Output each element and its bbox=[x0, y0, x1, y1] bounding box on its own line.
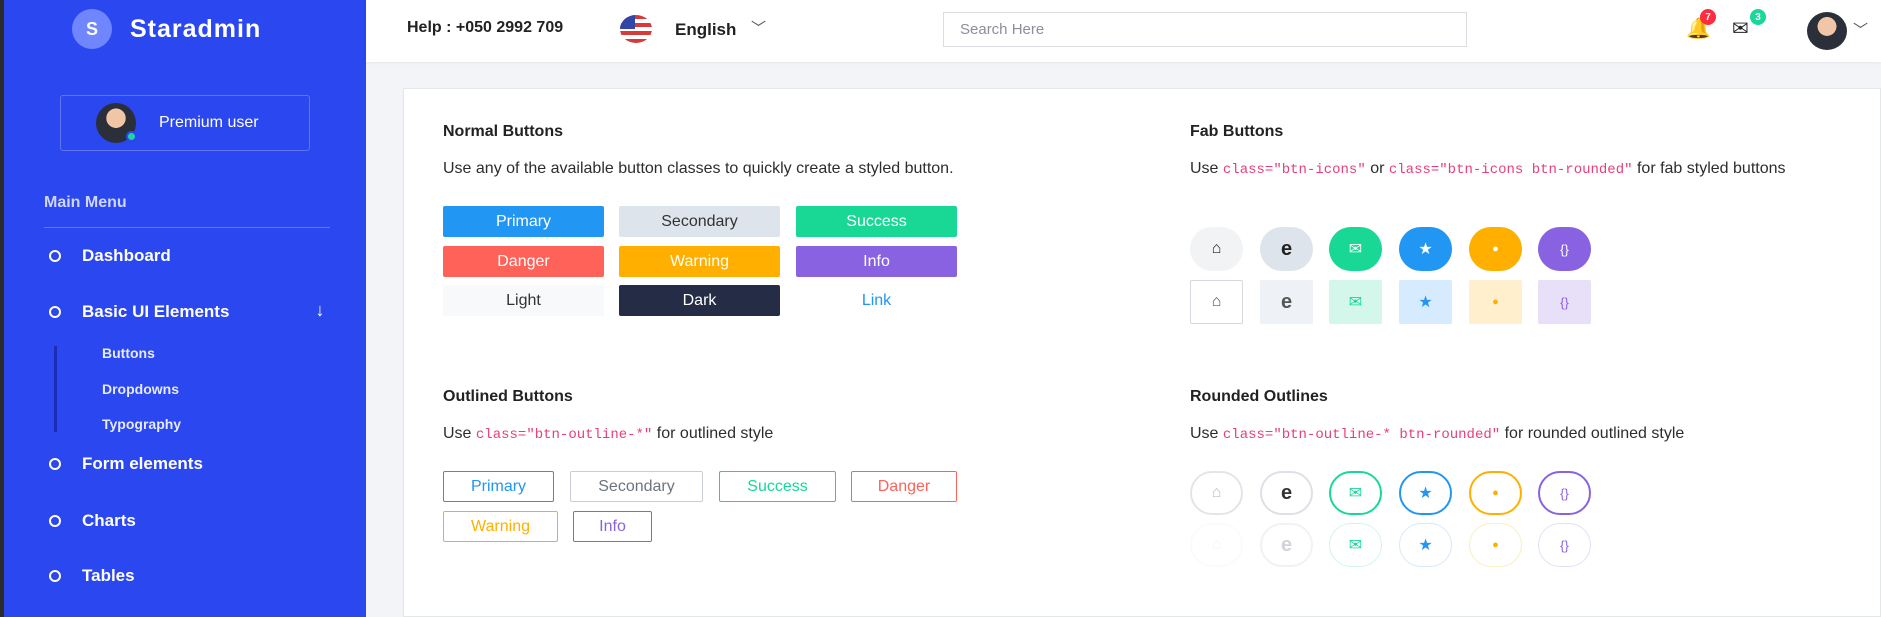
code-braces-icon[interactable]: {} bbox=[1538, 280, 1591, 324]
sidebar-item-label: Form elements bbox=[82, 454, 203, 473]
sidebar-item-dashboard[interactable]: Dashboard bbox=[44, 244, 171, 268]
user-label: Premium user bbox=[159, 114, 259, 131]
edge-icon[interactable]: e bbox=[1260, 471, 1313, 515]
map-pin-icon[interactable]: ● bbox=[1469, 471, 1522, 515]
info-button[interactable]: Info bbox=[796, 246, 957, 277]
sidebar-item-label: Dashboard bbox=[82, 246, 171, 265]
edge-icon[interactable]: e bbox=[1260, 523, 1313, 567]
submenu-item-dropdowns[interactable]: Dropdowns bbox=[102, 381, 179, 397]
outlined-buttons-title: Outlined Buttons bbox=[443, 388, 573, 405]
sidebar-item-label: Tables bbox=[82, 566, 135, 585]
circle-icon bbox=[49, 306, 61, 318]
chevron-down-icon[interactable]: ﹀ bbox=[1853, 19, 1868, 40]
help-phone: Help : +050 2992 709 bbox=[407, 19, 564, 36]
submenu-item-buttons[interactable]: Buttons bbox=[102, 345, 155, 361]
circle-icon bbox=[49, 250, 61, 262]
chevron-down-icon[interactable]: ﹀ bbox=[751, 17, 766, 38]
notifications-button[interactable]: 🔔 7 bbox=[1686, 9, 1716, 40]
sidebar-item-form-elements[interactable]: Form elements bbox=[44, 452, 203, 476]
code-braces-icon[interactable]: {} bbox=[1538, 471, 1591, 515]
sidebar-item-tables[interactable]: Tables bbox=[44, 564, 135, 588]
home-icon[interactable]: ⌂ bbox=[1190, 227, 1243, 271]
menu-title: Main Menu bbox=[44, 194, 127, 211]
home-icon[interactable]: ⌂ bbox=[1190, 280, 1243, 324]
edge-icon[interactable]: e bbox=[1260, 280, 1313, 324]
sidebar-item-label: Basic UI Elements bbox=[82, 302, 230, 321]
warning-button[interactable]: Warning bbox=[619, 246, 780, 277]
mail-icon[interactable]: ✉ bbox=[1329, 280, 1382, 324]
mail-icon[interactable]: ✉ bbox=[1329, 523, 1382, 567]
outline-info-button[interactable]: Info bbox=[573, 511, 652, 542]
sidebar-item-basic-ui[interactable]: Basic UI Elements bbox=[44, 300, 229, 324]
online-status-dot bbox=[126, 131, 137, 142]
home-icon[interactable]: ⌂ bbox=[1190, 471, 1243, 515]
circle-icon bbox=[49, 570, 61, 582]
map-pin-icon[interactable]: ● bbox=[1469, 523, 1522, 567]
star-icon[interactable]: ★ bbox=[1399, 523, 1452, 567]
outline-primary-button[interactable]: Primary bbox=[443, 471, 554, 502]
envelope-icon: ✉ bbox=[1732, 18, 1749, 40]
notification-count-badge: 7 bbox=[1700, 9, 1716, 25]
code-snippet: class="btn-icons" bbox=[1222, 162, 1366, 178]
code-snippet: class="btn-icons btn-rounded" bbox=[1388, 162, 1633, 178]
code-snippet: class="btn-outline-*" bbox=[475, 427, 653, 443]
us-flag-icon[interactable] bbox=[620, 15, 652, 43]
sidebar: S Staradmin Premium user Main Menu Dashb… bbox=[4, 0, 366, 617]
menu-divider bbox=[44, 227, 330, 228]
brand-name: Staradmin bbox=[130, 14, 262, 43]
star-icon[interactable]: ★ bbox=[1399, 227, 1452, 271]
secondary-button[interactable]: Secondary bbox=[619, 206, 780, 237]
brand-logo[interactable]: S Staradmin bbox=[72, 9, 261, 49]
link-button[interactable]: Link bbox=[796, 285, 957, 316]
rounded-outlines-title: Rounded Outlines bbox=[1190, 388, 1328, 405]
rounded-outlines-desc: Use class="btn-outline-* btn-rounded" fo… bbox=[1190, 425, 1685, 443]
success-button[interactable]: Success bbox=[796, 206, 957, 237]
normal-buttons-title: Normal Buttons bbox=[443, 123, 563, 140]
submenu-indicator bbox=[54, 346, 57, 432]
outline-success-button[interactable]: Success bbox=[719, 471, 836, 502]
star-icon[interactable]: ★ bbox=[1399, 280, 1452, 324]
sidebar-item-charts[interactable]: Charts bbox=[44, 509, 136, 533]
code-braces-icon[interactable]: {} bbox=[1538, 523, 1591, 567]
user-card[interactable]: Premium user bbox=[60, 95, 310, 151]
light-button[interactable]: Light bbox=[443, 285, 604, 316]
fab-buttons-title: Fab Buttons bbox=[1190, 123, 1284, 140]
outline-secondary-button[interactable]: Secondary bbox=[570, 471, 703, 502]
outline-warning-button[interactable]: Warning bbox=[443, 511, 558, 542]
avatar[interactable] bbox=[1807, 12, 1847, 50]
message-count-badge: 3 bbox=[1750, 9, 1766, 25]
code-braces-icon[interactable]: {} bbox=[1538, 227, 1591, 271]
outlined-buttons-desc: Use class="btn-outline-*" for outlined s… bbox=[443, 425, 774, 443]
circle-icon bbox=[49, 515, 61, 527]
danger-button[interactable]: Danger bbox=[443, 246, 604, 277]
primary-button[interactable]: Primary bbox=[443, 206, 604, 237]
outline-danger-button[interactable]: Danger bbox=[851, 471, 957, 502]
brand-badge: S bbox=[72, 9, 112, 49]
normal-buttons-desc: Use any of the available button classes … bbox=[443, 160, 954, 177]
edge-icon[interactable]: e bbox=[1260, 227, 1313, 271]
fab-buttons-desc: Use class="btn-icons" or class="btn-icon… bbox=[1190, 160, 1786, 178]
home-icon[interactable]: ⌂ bbox=[1190, 523, 1243, 567]
sidebar-item-label: Charts bbox=[82, 511, 136, 530]
star-icon[interactable]: ★ bbox=[1399, 471, 1452, 515]
messages-button[interactable]: ✉ 3 bbox=[1732, 9, 1766, 40]
mail-icon[interactable]: ✉ bbox=[1329, 227, 1382, 271]
dark-button[interactable]: Dark bbox=[619, 285, 780, 316]
code-snippet: class="btn-outline-* btn-rounded" bbox=[1222, 427, 1501, 443]
submenu-item-typography[interactable]: Typography bbox=[102, 416, 181, 432]
circle-icon bbox=[49, 458, 61, 470]
map-pin-icon[interactable]: ● bbox=[1469, 280, 1522, 324]
search-input[interactable] bbox=[943, 12, 1467, 47]
map-pin-icon[interactable]: ● bbox=[1469, 227, 1522, 271]
avatar bbox=[96, 103, 137, 143]
mail-icon[interactable]: ✉ bbox=[1329, 471, 1382, 515]
language-selector[interactable]: English bbox=[675, 20, 736, 40]
arrow-down-icon[interactable]: ↓ bbox=[310, 300, 330, 324]
